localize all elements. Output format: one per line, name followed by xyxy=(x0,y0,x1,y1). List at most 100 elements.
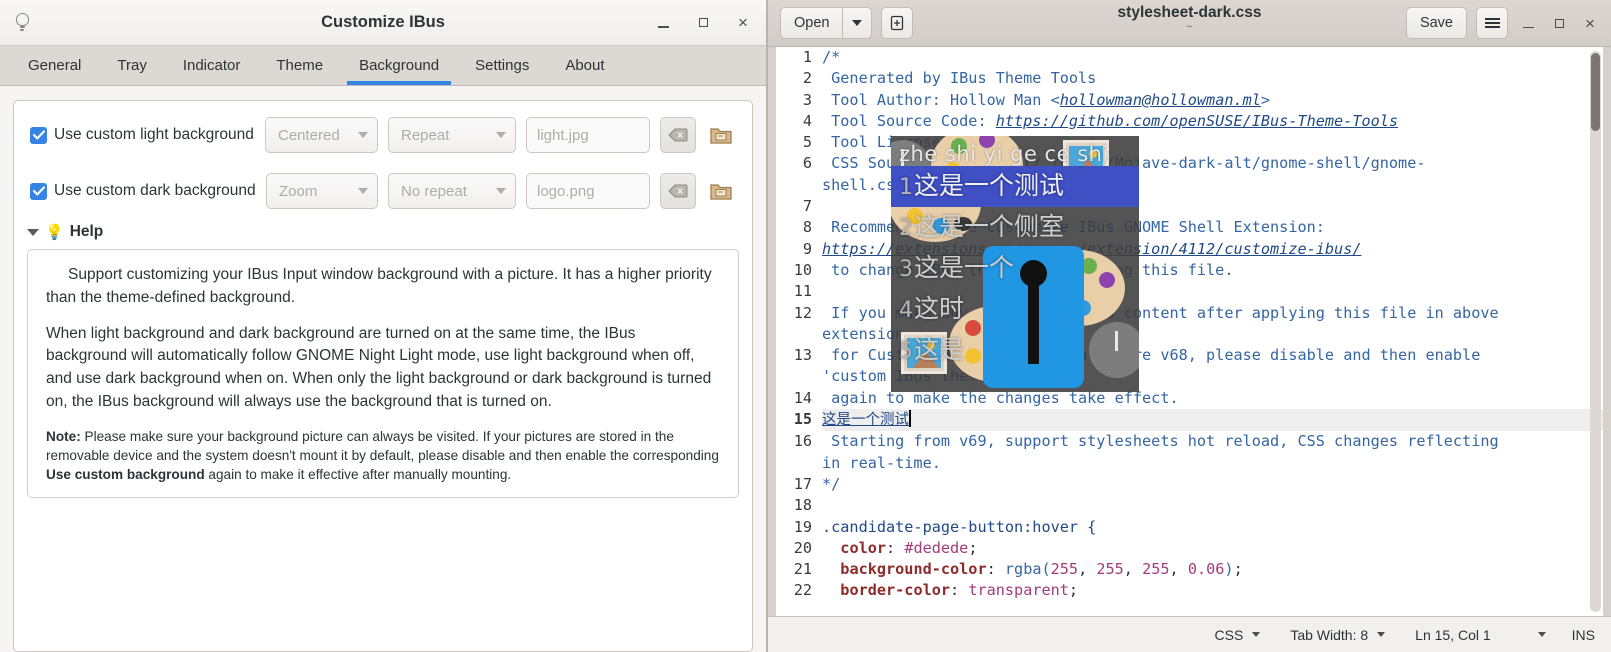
help-note-bold: Use custom background xyxy=(46,467,205,482)
tab-theme[interactable]: Theme xyxy=(258,46,341,85)
menu-button[interactable] xyxy=(1476,7,1508,39)
chevron-down-icon xyxy=(496,132,506,138)
tab-general[interactable]: General xyxy=(10,46,99,85)
chevron-down-icon xyxy=(496,188,506,194)
close-button[interactable]: × xyxy=(732,12,754,34)
code-line: 20 color: #dedede; xyxy=(776,538,1603,559)
light-repeat-value: Repeat xyxy=(401,127,449,144)
background-tab-content: Use custom light background Centered Rep… xyxy=(0,86,766,652)
candidate-text-2: 这是一个侧室 xyxy=(914,212,1064,241)
line-number: 3 xyxy=(776,90,822,111)
cursor-position: Ln 15, Col 1 xyxy=(1415,627,1491,643)
language-selector[interactable]: CSS xyxy=(1215,627,1261,643)
candidate-item-5[interactable]: 5这是 xyxy=(891,330,1139,371)
line-number: 11 xyxy=(776,281,822,302)
light-background-checkbox[interactable] xyxy=(30,127,47,144)
light-file-input[interactable]: light.jpg xyxy=(526,117,650,153)
candidate-item-4[interactable]: 4这时 xyxy=(891,289,1139,330)
line-number: 7 xyxy=(776,196,822,217)
help-note-text-2: again to make it effective after manuall… xyxy=(205,467,512,482)
line-number: 21 xyxy=(776,559,822,580)
code-line: 18 xyxy=(776,495,1603,516)
line-text: .candidate-page-button:hover { xyxy=(822,517,1603,538)
customize-ibus-window: Customize IBus × General Tray Indicator … xyxy=(0,0,767,652)
scrollbar-thumb[interactable] xyxy=(1591,53,1600,131)
code-line: 1/* xyxy=(776,47,1603,68)
tab-indicator[interactable]: Indicator xyxy=(165,46,259,85)
dark-position-select[interactable]: Zoom xyxy=(266,173,378,209)
code-line: 15这是一个测试 xyxy=(776,409,1603,431)
chevron-down-icon xyxy=(1538,632,1546,637)
editor-minimize-button[interactable] xyxy=(1517,12,1539,34)
dark-position-value: Zoom xyxy=(279,183,317,200)
clear-icon xyxy=(668,128,688,142)
dark-file-input[interactable]: logo.png xyxy=(526,173,650,209)
candidate-text-5: 这是 xyxy=(914,335,964,364)
tab-settings[interactable]: Settings xyxy=(457,46,547,85)
chevron-down-icon xyxy=(852,20,862,26)
ibus-preedit-text: zhe shi yi ge ce shi xyxy=(891,136,1139,166)
help-expander[interactable]: 💡 Help xyxy=(14,219,752,249)
light-clear-button[interactable] xyxy=(660,117,696,153)
line-number: 14 xyxy=(776,388,822,409)
editor-close-button[interactable]: × xyxy=(1579,12,1601,34)
new-tab-button[interactable] xyxy=(881,7,913,39)
light-position-select[interactable]: Centered xyxy=(265,117,378,153)
tab-width-selector[interactable]: Tab Width: 8 xyxy=(1290,627,1385,643)
save-button[interactable]: Save xyxy=(1406,7,1467,39)
new-tab-icon xyxy=(889,15,905,31)
code-line: 17*/ xyxy=(776,474,1603,495)
screen-root: Customize IBus × General Tray Indicator … xyxy=(0,0,1611,652)
open-button[interactable]: Open xyxy=(780,7,842,39)
line-text: */ xyxy=(822,474,1603,495)
chevron-down-icon xyxy=(358,188,368,194)
maximize-button[interactable] xyxy=(692,12,714,34)
candidate-index-2: 2 xyxy=(899,216,913,241)
candidate-item-3[interactable]: 3这是一个 xyxy=(891,248,1139,289)
help-note: Note: Please make sure your background p… xyxy=(46,427,720,485)
light-background-label: Use custom light background xyxy=(54,126,254,144)
line-number: 20 xyxy=(776,538,822,559)
line-text: Tool Source Code: https://github.com/ope… xyxy=(822,111,1603,132)
dark-background-controls: Zoom No repeat logo.png xyxy=(266,173,736,209)
tab-about[interactable]: About xyxy=(547,46,622,85)
light-file-value: light.jpg xyxy=(537,127,589,144)
tab-background[interactable]: Background xyxy=(341,46,457,85)
dark-repeat-select[interactable]: No repeat xyxy=(388,173,516,209)
position-dropdown[interactable] xyxy=(1535,632,1546,637)
candidate-text-4: 这时 xyxy=(914,294,964,323)
dark-browse-button[interactable] xyxy=(706,176,736,206)
candidate-item-1[interactable]: 1这是一个测试 xyxy=(891,166,1139,207)
dark-background-checkbox[interactable] xyxy=(30,183,47,200)
editor-vertical-scrollbar[interactable] xyxy=(1590,51,1601,612)
light-repeat-select[interactable]: Repeat xyxy=(388,117,516,153)
dark-clear-button[interactable] xyxy=(660,173,696,209)
chevron-down-icon xyxy=(358,132,368,138)
line-number: 5 xyxy=(776,132,822,153)
hamburger-icon xyxy=(1485,15,1500,31)
editor-maximize-button[interactable] xyxy=(1548,12,1570,34)
tab-width-label: Tab Width: 8 xyxy=(1290,627,1368,643)
help-note-text-1: Please make sure your background picture… xyxy=(46,429,719,463)
tab-tray[interactable]: Tray xyxy=(99,46,164,85)
minimize-button[interactable] xyxy=(652,12,674,34)
candidate-item-2[interactable]: 2这是一个侧室 xyxy=(891,207,1139,248)
ibus-candidate-popup[interactable]: zhe shi yi ge ce shi 1这是一个测试 2这是一个侧室 3这是… xyxy=(891,136,1139,392)
code-line: 22 border-color: transparent; xyxy=(776,580,1603,601)
code-line: 16 Starting from v69, support stylesheet… xyxy=(776,431,1603,452)
settings-pane: Use custom light background Centered Rep… xyxy=(13,100,753,652)
light-browse-button[interactable] xyxy=(706,120,736,150)
editor-header-bar: Open stylesheet-dark.css ~ Save xyxy=(768,0,1611,47)
lightbulb-emoji-icon: 💡 xyxy=(45,223,64,241)
code-line: in real-time. xyxy=(776,453,1603,474)
dark-background-row: Use custom dark background Zoom No repea… xyxy=(14,163,752,219)
text-cursor xyxy=(909,410,911,427)
candidate-text-3: 这是一个 xyxy=(914,253,1014,282)
line-text: Starting from v69, support stylesheets h… xyxy=(822,431,1603,452)
open-dropdown-button[interactable] xyxy=(842,7,872,39)
editor-header-right: Save × xyxy=(1406,7,1601,39)
line-number: 13 xyxy=(776,345,822,366)
help-title: Help xyxy=(70,223,104,241)
dark-background-label: Use custom dark background xyxy=(54,182,256,200)
line-text: in real-time. xyxy=(822,453,1603,474)
